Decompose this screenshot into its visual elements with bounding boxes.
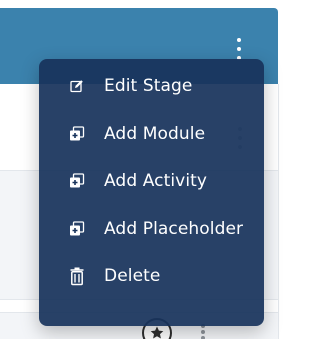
page: Edit Stage Add Module Add Activity Add P… xyxy=(0,0,285,339)
add-activity-icon xyxy=(67,171,87,191)
menu-item-edit-stage[interactable]: Edit Stage xyxy=(39,62,264,110)
menu-item-label: Edit Stage xyxy=(104,76,193,96)
add-module-icon xyxy=(67,124,87,144)
header-more-options-icon[interactable] xyxy=(236,38,242,60)
context-menu: Edit Stage Add Module Add Activity Add P… xyxy=(39,59,264,326)
trash-icon xyxy=(67,266,87,286)
add-placeholder-icon xyxy=(67,219,87,239)
menu-item-label: Add Placeholder xyxy=(104,218,244,239)
menu-item-add-activity[interactable]: Add Activity xyxy=(39,158,264,206)
menu-item-delete[interactable]: Delete xyxy=(39,253,264,301)
menu-item-label: Add Activity xyxy=(104,171,208,192)
menu-item-label: Delete xyxy=(104,266,161,287)
menu-item-label: Add Module xyxy=(104,123,206,144)
menu-item-add-placeholder[interactable]: Add Placeholder xyxy=(39,205,264,253)
lower-row-more-options-icon[interactable] xyxy=(200,324,206,339)
menu-item-add-module[interactable]: Add Module xyxy=(39,110,264,158)
edit-icon xyxy=(67,76,87,96)
panel-edge xyxy=(278,84,285,339)
